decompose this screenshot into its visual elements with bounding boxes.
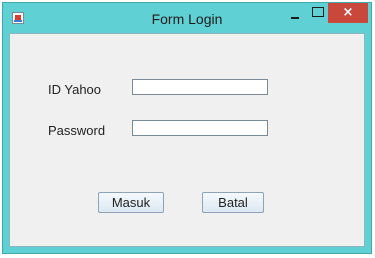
- password-label: Password: [48, 123, 106, 138]
- id-yahoo-input[interactable]: [132, 79, 268, 95]
- batal-button[interactable]: Batal: [202, 192, 264, 213]
- login-window: Form Login × ID Yahoo Password Masuk Bat…: [2, 2, 372, 254]
- title-bar[interactable]: Form Login ×: [3, 3, 371, 33]
- id-yahoo-label: ID Yahoo: [48, 82, 102, 97]
- minimize-icon[interactable]: [286, 9, 304, 23]
- masuk-button[interactable]: Masuk: [98, 192, 164, 213]
- password-input[interactable]: [132, 120, 268, 136]
- form-panel: ID Yahoo Password Masuk Batal: [9, 33, 365, 247]
- close-icon[interactable]: ×: [328, 3, 368, 23]
- maximize-icon[interactable]: [312, 7, 324, 17]
